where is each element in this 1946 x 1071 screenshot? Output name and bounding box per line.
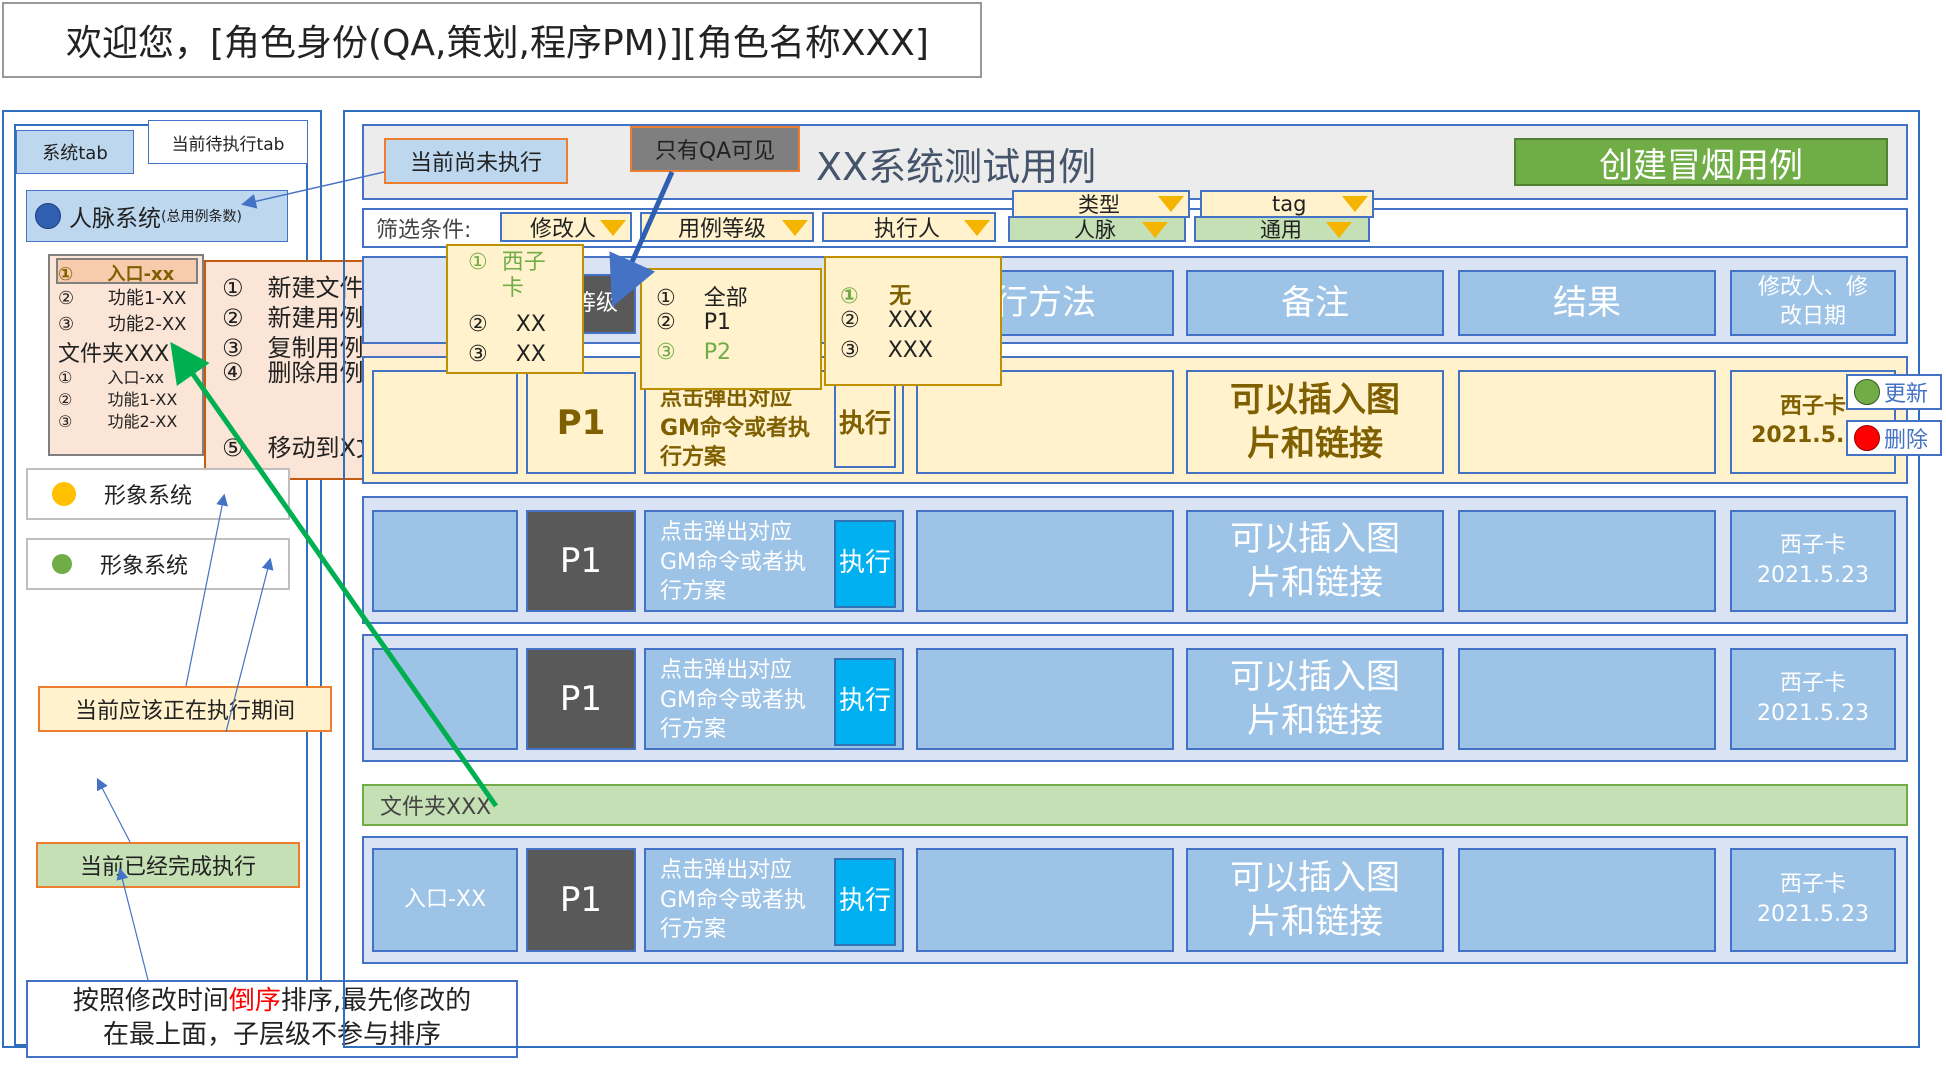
arrow-unexecuted-to-system [241,171,385,209]
arrow-executing-1 [185,493,229,687]
arrow-sort-rule [116,867,149,981]
arrow-completed [96,777,131,843]
arrow-folder-to-tree [170,341,499,808]
arrow-executing-2 [225,557,274,733]
annotation-arrows [96,170,675,981]
arrow-qa-to-level [609,170,675,308]
